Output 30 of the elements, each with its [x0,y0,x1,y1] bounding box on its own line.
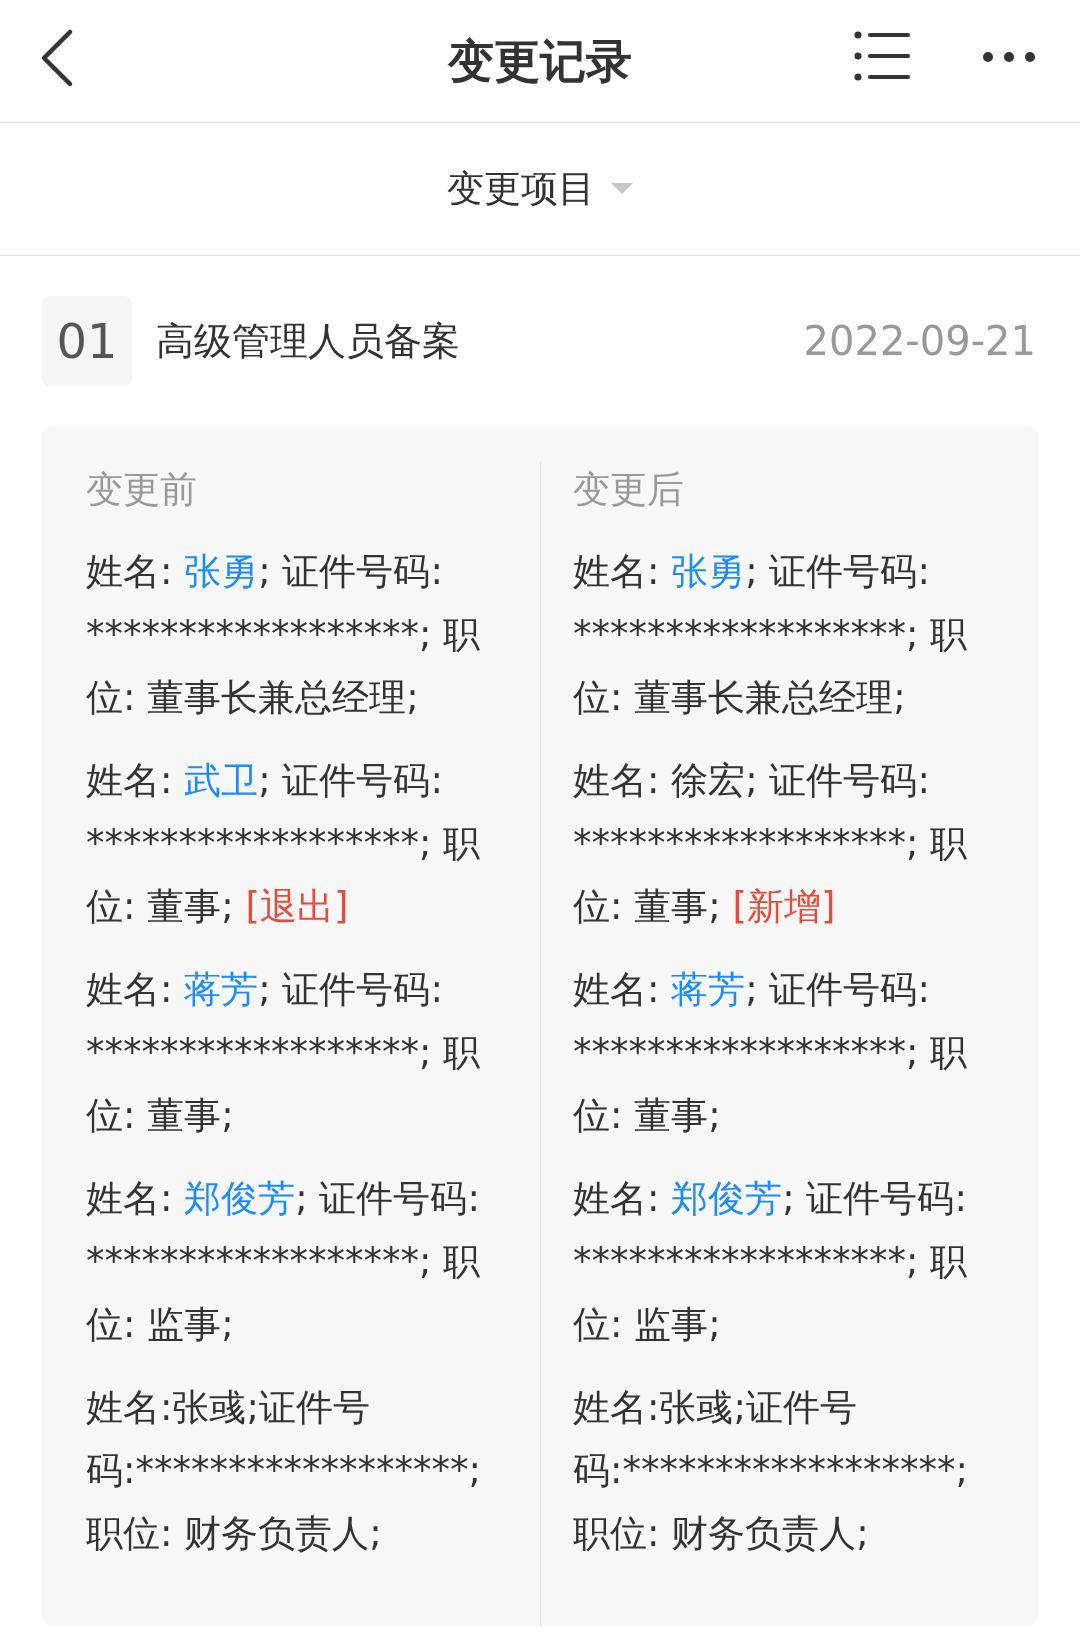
column-heading: 变更后 [573,467,685,513]
list-menu-button[interactable] [854,30,910,82]
column-heading: 变更前 [86,467,198,513]
name-link[interactable]: 郑俊芳 [671,1176,783,1220]
entry-text: 姓名: 蒋芳; 证件号码: ******************; 职位: 董事; [573,966,969,1139]
name-link[interactable]: 郑俊芳 [184,1176,296,1220]
entry-text: 姓名: 蒋芳; 证件号码: ******************; 职位: 董事; [86,966,482,1139]
list-icon [854,30,910,82]
status-tag: [退出] [245,884,349,928]
index-badge: 01 [42,296,132,386]
name-link[interactable]: 蒋芳 [184,967,259,1011]
name-link[interactable]: 蒋芳 [671,967,746,1011]
entry-text: 姓名: 徐宏; 证件号码: ******************; 职位: 董事; [新增] [573,757,969,930]
entry-text: 姓名: 张勇; 证件号码: ******************; 职位: 董事长兼总经理; [86,548,482,721]
filter-dropdown[interactable]: 变更项目 [447,161,633,217]
entry-text: 姓名: 郑俊芳; 证件号码: ******************; 职位: 监事; [573,1175,969,1348]
more-icon [982,50,1036,63]
caret-icon [611,183,633,195]
record-title: 高级管理人员备案 [156,317,460,365]
status-tag: [新增] [732,884,836,928]
page-title: 变更记录 [448,32,632,90]
entry-text: 姓名:张彧;证件号码:******************; 职位: 财务负责人; [573,1384,969,1557]
name-link[interactable]: 武卫 [184,758,259,802]
entry-text: 姓名: 武卫; 证件号码: ******************; 职位: 董事; [退出] [86,757,482,930]
entry-text: 姓名:张彧;证件号码:******************; 职位: 财务负责人; [86,1384,482,1557]
name-link[interactable]: 张勇 [184,549,259,593]
record-date: 2022-09-21 [803,317,1036,366]
name-link[interactable]: 张勇 [671,549,746,593]
entry-text: 姓名: 张勇; 证件号码: ******************; 职位: 董事长兼总经理; [573,548,969,721]
entry-text: 姓名: 郑俊芳; 证件号码: ******************; 职位: 监事; [86,1175,482,1348]
